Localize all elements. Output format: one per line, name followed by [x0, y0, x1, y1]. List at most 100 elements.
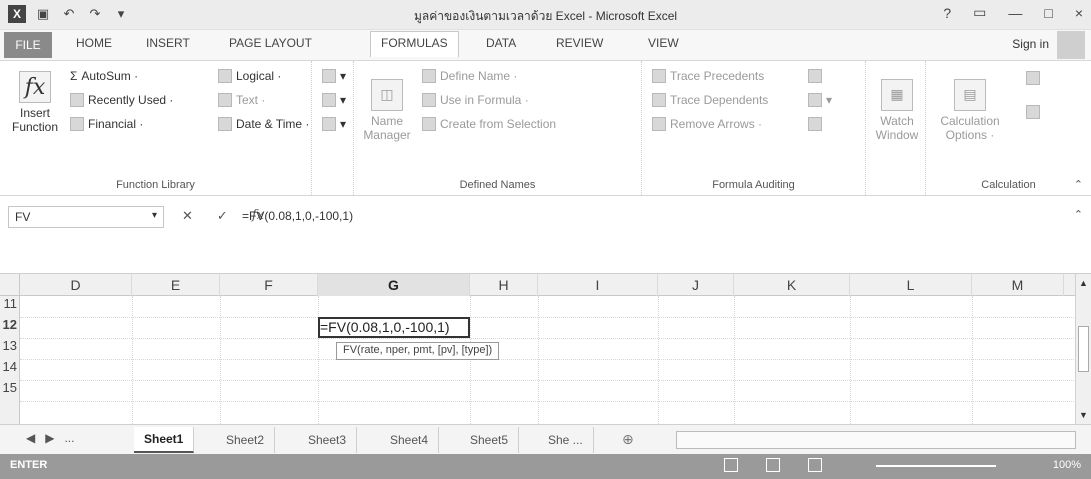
date-time-button[interactable]: Date & Time ·: [218, 117, 309, 131]
evaluate-formula-button[interactable]: [808, 117, 822, 131]
create-from-selection-button[interactable]: Create from Selection: [422, 117, 556, 131]
zoom-slider[interactable]: [876, 465, 996, 467]
scroll-down-icon[interactable]: ▼: [1079, 410, 1088, 420]
select-all-corner[interactable]: [0, 274, 20, 296]
recently-used-button[interactable]: Recently Used ·: [70, 93, 173, 107]
sheet-tab-sheet1[interactable]: Sheet1: [134, 427, 195, 453]
column-header-h[interactable]: H: [470, 274, 538, 296]
formula-input[interactable]: =FV(0.08,1,0,-100,1): [236, 206, 1071, 266]
restore-button[interactable]: □: [1044, 5, 1052, 21]
new-sheet-button[interactable]: ⊕: [622, 431, 634, 448]
math-icon: [322, 93, 336, 107]
ribbon-display-options-icon[interactable]: ▭: [973, 4, 986, 21]
column-header-g[interactable]: G: [318, 274, 470, 296]
more-functions-button[interactable]: ▾: [322, 117, 346, 131]
remove-arrows-button[interactable]: Remove Arrows ·: [652, 117, 762, 131]
calculation-options-button[interactable]: ▤ Calculation Options ·: [934, 79, 1006, 142]
name-box-dropdown-icon[interactable]: ▾: [152, 210, 157, 221]
row-header-15[interactable]: 15: [0, 380, 20, 401]
sheet-tab-sheet5[interactable]: Sheet5: [460, 427, 520, 453]
insert-function-button[interactable]: fx Insert Function: [6, 71, 64, 134]
financial-button[interactable]: Financial ·: [70, 117, 143, 131]
column-header-k[interactable]: K: [734, 274, 850, 296]
tab-insert[interactable]: INSERT: [146, 36, 190, 50]
sheet-tab-sheet4[interactable]: Sheet4: [380, 427, 440, 453]
zoom-level[interactable]: 100%: [1053, 459, 1081, 471]
row-header-14[interactable]: 14: [0, 359, 20, 380]
more-sheets-button[interactable]: ...: [64, 431, 74, 445]
name-box-value: FV: [15, 210, 31, 224]
help-button[interactable]: ?: [943, 5, 951, 21]
text-label: Text ·: [236, 93, 266, 107]
enter-icon[interactable]: ✓: [217, 208, 228, 224]
calculate-sheet-icon: [1026, 105, 1040, 119]
math-trig-button[interactable]: ▾: [322, 93, 346, 107]
column-header-d[interactable]: D: [20, 274, 132, 296]
column-header-l[interactable]: L: [850, 274, 972, 296]
cancel-icon[interactable]: ✕: [182, 208, 193, 224]
minimize-button[interactable]: —: [1008, 5, 1022, 21]
row-header-13[interactable]: 13: [0, 338, 20, 359]
column-header-e[interactable]: E: [132, 274, 220, 296]
vertical-scrollbar[interactable]: ▲ ▼: [1075, 274, 1091, 424]
vertical-scroll-thumb[interactable]: [1078, 326, 1089, 372]
show-formulas-button[interactable]: [808, 69, 822, 83]
trace-dependents-button[interactable]: Trace Dependents: [652, 93, 768, 107]
horizontal-scrollbar[interactable]: [676, 431, 1076, 449]
next-sheet-icon[interactable]: ▶: [45, 431, 54, 445]
normal-view-icon[interactable]: [724, 458, 738, 472]
sign-in-link[interactable]: Sign in: [1012, 37, 1049, 51]
row-header-16[interactable]: [0, 401, 20, 424]
lookup-reference-button[interactable]: ▾: [322, 69, 346, 83]
star-icon: [70, 93, 84, 107]
page-break-preview-icon[interactable]: [808, 458, 822, 472]
name-box[interactable]: FV ▾: [8, 206, 164, 228]
column-header-m[interactable]: M: [972, 274, 1064, 296]
autosum-button[interactable]: Σ AutoSum ·: [70, 69, 138, 83]
watch-window-button[interactable]: ▦ Watch Window: [872, 79, 922, 142]
tab-data[interactable]: DATA: [486, 36, 516, 50]
calculate-now-button[interactable]: [1026, 71, 1040, 85]
formula-auditing-label: Formula Auditing: [712, 179, 795, 191]
column-gridline: [734, 296, 735, 424]
tab-review[interactable]: REVIEW: [556, 36, 603, 50]
column-gridline: [972, 296, 973, 424]
use-in-formula-button[interactable]: Use in Formula ·: [422, 93, 529, 107]
close-button[interactable]: ×: [1075, 5, 1083, 21]
cell-g12-editing-text[interactable]: =FV(0.08,1,0,-100,1): [320, 319, 450, 335]
worksheet-grid[interactable]: D E F G H I J K L M 11 12 13 14 15 =FV(0…: [0, 274, 1091, 424]
show-formulas-icon: [808, 69, 822, 83]
sheet-tab-sheet2[interactable]: Sheet2: [216, 427, 276, 453]
sheet-tab-more[interactable]: She ...: [538, 427, 594, 453]
calculate-sheet-button[interactable]: [1026, 105, 1040, 119]
expand-formula-bar-icon[interactable]: ⌃: [1074, 208, 1083, 221]
tab-home[interactable]: HOME: [76, 36, 112, 50]
error-checking-button[interactable]: ▾: [808, 93, 832, 107]
user-avatar[interactable]: [1057, 31, 1085, 59]
collapse-ribbon-icon[interactable]: ⌃: [1074, 178, 1083, 191]
page-layout-view-icon[interactable]: [766, 458, 780, 472]
prev-sheet-icon[interactable]: ◀: [26, 431, 35, 445]
tab-file[interactable]: FILE: [4, 32, 52, 58]
column-header-f[interactable]: F: [220, 274, 318, 296]
define-name-label: Define Name ·: [440, 69, 518, 83]
function-argument-tooltip[interactable]: FV(rate, nper, pmt, [pv], [type]): [336, 342, 500, 360]
column-header-i[interactable]: I: [538, 274, 658, 296]
logical-button[interactable]: Logical ·: [218, 69, 281, 83]
define-name-button[interactable]: Define Name ·: [422, 69, 517, 83]
calculation-options-label: Calculation Options ·: [940, 114, 1000, 142]
use-in-formula-icon: [422, 93, 436, 107]
text-button[interactable]: Text ·: [218, 93, 265, 107]
tab-page-layout[interactable]: PAGE LAYOUT: [229, 36, 312, 50]
tab-formulas[interactable]: FORMULAS: [370, 31, 459, 57]
tab-view[interactable]: VIEW: [648, 36, 679, 50]
trace-precedents-button[interactable]: Trace Precedents: [652, 69, 764, 83]
scroll-up-icon[interactable]: ▲: [1079, 278, 1088, 288]
trace-dependents-icon: [652, 93, 666, 107]
create-from-selection-label: Create from Selection: [440, 117, 557, 131]
column-header-j[interactable]: J: [658, 274, 734, 296]
name-manager-button[interactable]: ◫ Name Manager: [360, 79, 414, 142]
row-header-11[interactable]: 11: [0, 296, 20, 317]
sheet-tab-sheet3[interactable]: Sheet3: [298, 427, 358, 453]
row-header-12[interactable]: 12: [0, 317, 20, 338]
